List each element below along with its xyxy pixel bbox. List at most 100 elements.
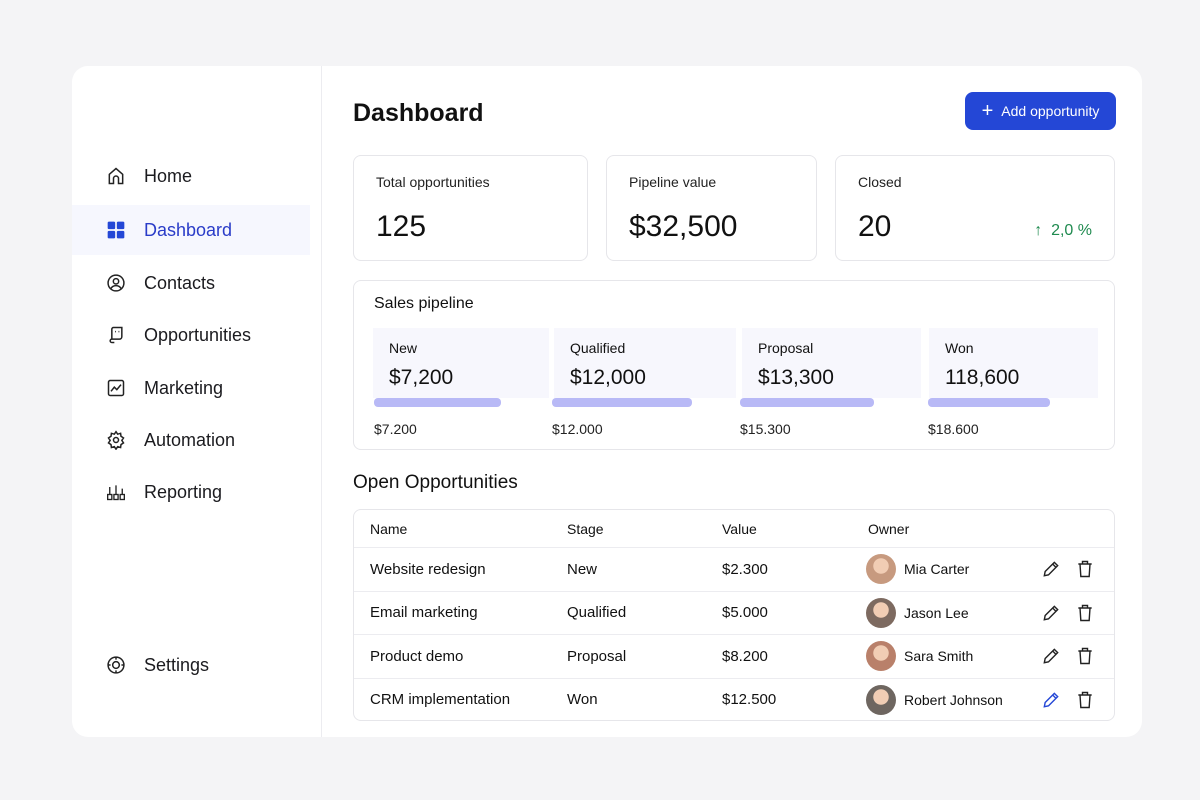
sidebar-item-automation[interactable]: Automation <box>72 415 310 465</box>
opportunities-table: Name Stage Value Owner Website redesign … <box>353 509 1115 721</box>
stage-subtotal: $12.000 <box>552 421 603 437</box>
table-row[interactable]: CRM implementation Won $12.500 Robert Jo… <box>354 677 1114 721</box>
edit-pencil-icon[interactable] <box>1041 646 1061 666</box>
column-header: Stage <box>567 520 604 537</box>
stat-card-total: Total opportunities 125 <box>353 155 588 261</box>
sidebar-item-contacts[interactable]: Contacts <box>72 258 310 308</box>
stage-name: Won <box>945 340 974 356</box>
pipeline-stage: Proposal $13,300 <box>742 328 921 398</box>
stage-progress-bar <box>928 398 1050 407</box>
delete-trash-icon[interactable] <box>1075 646 1095 666</box>
section-title: Open Opportunities <box>353 472 518 493</box>
sidebar-item-reporting[interactable]: Reporting <box>72 467 310 517</box>
sidebar-item-label: Reporting <box>144 481 223 502</box>
cell-owner: Sara Smith <box>904 648 974 664</box>
cell-stage: New <box>567 560 598 578</box>
table-row[interactable]: Email marketing Qualified $5.000 Jason L… <box>354 590 1114 634</box>
stage-value: $12,000 <box>570 366 646 389</box>
stat-value: $32,500 <box>629 210 738 243</box>
cell-name: CRM implementation <box>370 691 511 708</box>
stage-progress-bar <box>552 398 692 407</box>
stage-progress-bar <box>374 398 501 407</box>
cell-value: $12.500 <box>722 691 777 708</box>
sidebar-item-marketing[interactable]: Marketing <box>72 363 310 413</box>
delete-trash-icon[interactable] <box>1075 690 1095 710</box>
cell-value: $5.000 <box>722 604 768 621</box>
delete-trash-icon[interactable] <box>1075 603 1095 623</box>
cell-owner: Mia Carter <box>904 561 970 577</box>
sidebar-item-label: Settings <box>144 654 210 675</box>
sidebar-item-label: Home <box>144 165 193 186</box>
sidebar-item-label: Automation <box>144 429 236 450</box>
cell-name: Product demo <box>370 647 464 665</box>
table-header: Name Stage Value Owner <box>354 510 1114 547</box>
cell-value: $8.200 <box>722 647 768 665</box>
edit-pencil-icon[interactable] <box>1041 603 1061 623</box>
cell-stage: Proposal <box>567 647 627 665</box>
sidebar-item-home[interactable]: Home <box>72 151 310 201</box>
cell-stage: Won <box>567 691 598 708</box>
cell-owner: Jason Lee <box>904 604 969 621</box>
cell-name: Email marketing <box>370 604 478 621</box>
change-value: 2,0 % <box>1051 222 1092 239</box>
app-window: Home Dashboard Contacts Opportunities Ma… <box>72 66 1142 737</box>
sidebar-item-label: Opportunities <box>144 324 252 345</box>
sidebar-item-dashboard[interactable]: Dashboard <box>72 205 310 255</box>
stat-card-pipeline: Pipeline value $32,500 <box>606 155 817 261</box>
sidebar-item-opportunities[interactable]: Opportunities <box>72 310 310 360</box>
cell-name: Website redesign <box>370 560 486 578</box>
pipeline-stage: Won 118,600 <box>929 328 1098 398</box>
stat-change: ↑ 2,0 % <box>1034 222 1092 240</box>
stage-subtotal: $7.200 <box>374 421 417 437</box>
column-header: Name <box>370 520 408 537</box>
pipeline-stage: Qualified $12,000 <box>554 328 736 398</box>
gear-icon <box>107 430 125 450</box>
avatar <box>866 684 896 715</box>
sidebar-item-settings[interactable]: Settings <box>72 640 310 690</box>
home-icon <box>108 167 124 185</box>
sales-pipeline-panel: Sales pipeline New $7,200 $7.200 Qualified… <box>353 280 1115 450</box>
column-header: Owner <box>868 520 910 537</box>
scroll-icon <box>109 326 123 344</box>
arrow-up-icon: ↑ <box>1034 222 1043 239</box>
edit-pencil-icon[interactable] <box>1041 559 1061 579</box>
table-row[interactable]: Product demo Proposal $8.200 Sara Smith <box>354 634 1114 677</box>
chart-line-icon <box>107 379 125 397</box>
avatar <box>866 597 896 628</box>
column-header: Value <box>722 520 757 537</box>
add-opportunity-label: Add opportunity <box>1001 103 1100 119</box>
stat-label: Total opportunities <box>376 174 490 190</box>
stage-subtotal: $18.600 <box>928 421 979 437</box>
sidebar-item-label: Dashboard <box>144 219 233 240</box>
cell-stage: Qualified <box>567 604 627 621</box>
sidebar-item-label: Contacts <box>144 272 216 293</box>
stage-value: 118,600 <box>945 366 1020 389</box>
cell-value: $2.300 <box>722 560 768 578</box>
plus-icon: + <box>981 100 994 122</box>
avatar <box>866 641 896 671</box>
settings-icon <box>107 656 125 674</box>
stage-name: Qualified <box>570 340 626 356</box>
stage-progress-bar <box>740 398 874 407</box>
cell-owner: Robert Johnson <box>904 691 1003 708</box>
stat-value: 125 <box>376 210 427 243</box>
stage-value: $13,300 <box>758 366 834 389</box>
page-title: Dashboard <box>353 99 484 127</box>
stage-name: New <box>389 340 418 356</box>
stat-label: Pipeline value <box>629 174 717 190</box>
stage-name: Proposal <box>758 340 814 356</box>
sidebar-item-label: Marketing <box>144 377 224 398</box>
add-opportunity-button[interactable]: + Add opportunity <box>965 92 1116 130</box>
dashboard-grid-icon <box>107 221 125 239</box>
sidebar: Home Dashboard Contacts Opportunities Ma… <box>72 66 322 737</box>
stage-value: $7,200 <box>389 366 454 389</box>
panel-title: Sales pipeline <box>374 295 474 312</box>
edit-pencil-icon[interactable] <box>1041 690 1061 710</box>
stat-label: Closed <box>858 174 902 190</box>
stage-subtotal: $15.300 <box>740 421 791 437</box>
delete-trash-icon[interactable] <box>1075 559 1095 579</box>
stat-card-closed: Closed 20 ↑ 2,0 % <box>835 155 1115 261</box>
user-circle-icon <box>107 274 125 292</box>
pipeline-stage: New $7,200 <box>373 328 549 398</box>
table-row[interactable]: Website redesign New $2.300 Mia Carter <box>354 547 1114 590</box>
